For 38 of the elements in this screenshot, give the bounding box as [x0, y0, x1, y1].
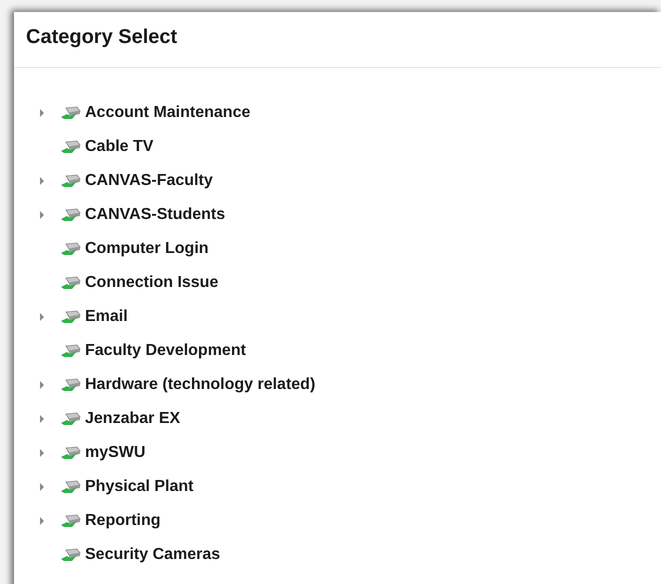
category-item[interactable]: Email — [85, 308, 128, 326]
category-item[interactable]: Account Maintenance — [85, 104, 250, 122]
drive-icon — [60, 242, 82, 256]
expand-arrow-icon[interactable] — [40, 211, 44, 219]
category-item[interactable]: Cable TV — [85, 138, 154, 156]
category-item[interactable]: Computer Login — [85, 240, 209, 258]
drive-icon — [60, 378, 82, 392]
category-item[interactable]: Reporting — [85, 512, 161, 530]
expand-arrow-icon[interactable] — [40, 109, 44, 117]
category-item[interactable]: Connection Issue — [85, 274, 218, 292]
expand-arrow-icon[interactable] — [40, 313, 44, 321]
drive-icon — [60, 344, 82, 358]
drive-icon — [60, 548, 82, 562]
expand-arrow-icon[interactable] — [40, 483, 44, 491]
drive-icon — [60, 208, 82, 222]
drive-icon — [60, 140, 82, 154]
drive-icon — [60, 276, 82, 290]
drive-icon — [60, 412, 82, 426]
panel-title: Category Select — [14, 12, 661, 68]
drive-icon — [60, 514, 82, 528]
category-item[interactable]: Security Cameras — [85, 546, 220, 564]
category-item[interactable]: Physical Plant — [85, 478, 194, 496]
expand-arrow-icon[interactable] — [40, 449, 44, 457]
category-item[interactable]: CANVAS-Faculty — [85, 172, 213, 190]
drive-icon — [60, 310, 82, 324]
drive-icon — [60, 174, 82, 188]
expand-arrow-icon[interactable] — [40, 517, 44, 525]
category-item[interactable]: mySWU — [85, 444, 146, 462]
drive-icon — [60, 106, 82, 120]
category-item[interactable]: CANVAS-Students — [85, 206, 226, 224]
category-item[interactable]: Faculty Development — [85, 342, 246, 360]
category-item[interactable]: Hardware (technology related) — [85, 376, 316, 394]
category-item[interactable]: Jenzabar EX — [85, 410, 180, 428]
drive-icon — [60, 480, 82, 494]
drive-icon — [60, 446, 82, 460]
expand-arrow-icon[interactable] — [40, 381, 44, 389]
expand-arrow-icon[interactable] — [40, 415, 44, 423]
expand-arrow-icon[interactable] — [40, 177, 44, 185]
